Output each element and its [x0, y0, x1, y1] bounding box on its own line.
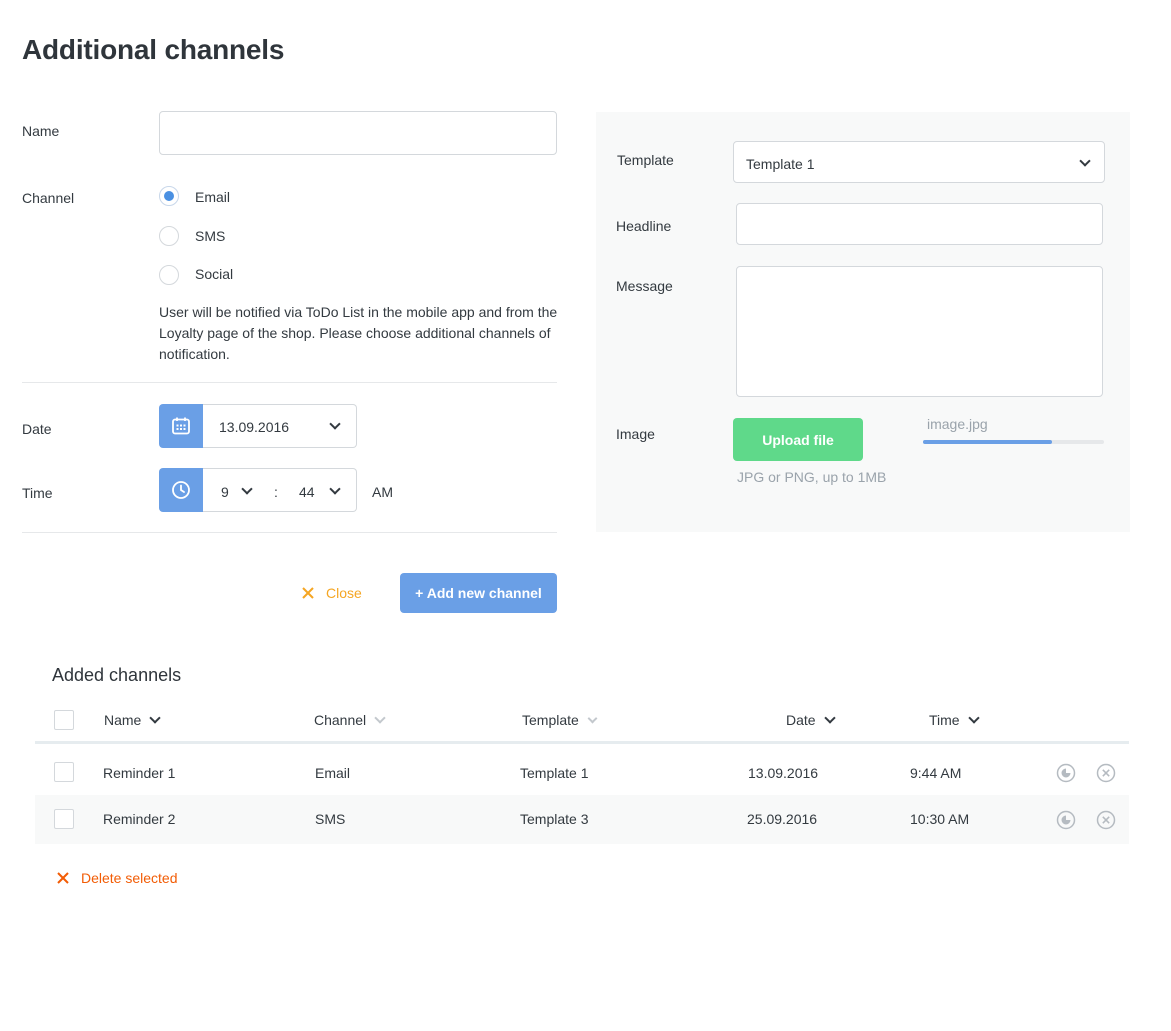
table-row: Reminder 1 Email Template 1 13.09.2016 9…	[35, 749, 1129, 795]
radio-email[interactable]	[159, 186, 179, 206]
remove-icon[interactable]	[1096, 763, 1116, 783]
divider	[22, 532, 557, 533]
delete-selected-button[interactable]: Delete selected	[57, 870, 178, 886]
cell-channel: Email	[315, 765, 351, 781]
radio-sms-label: SMS	[195, 228, 226, 244]
column-header-label: Date	[786, 712, 816, 728]
column-header-channel[interactable]: Channel	[314, 712, 386, 728]
name-label: Name	[22, 123, 60, 139]
table-header-divider	[35, 741, 1129, 744]
close-icon	[57, 872, 69, 884]
message-textarea[interactable]	[736, 266, 1103, 397]
column-header-name[interactable]: Name	[104, 712, 162, 728]
chevron-down-icon	[823, 712, 836, 724]
time-select[interactable]: 9 : 44	[203, 468, 357, 512]
chevron-down-icon	[149, 712, 162, 724]
date-select[interactable]: 13.09.2016	[203, 404, 357, 448]
upload-hint: JPG or PNG, up to 1MB	[737, 469, 887, 485]
radio-sms[interactable]	[159, 226, 179, 246]
template-label: Template	[617, 152, 674, 168]
time-minute[interactable]: 44	[299, 484, 315, 500]
image-label: Image	[616, 426, 655, 442]
upload-file-button[interactable]: Upload file	[733, 418, 863, 461]
cell-time: 9:44 AM	[910, 765, 962, 781]
column-header-label: Time	[929, 712, 960, 728]
calendar-button[interactable]	[159, 404, 203, 448]
chevron-down-icon	[587, 713, 598, 723]
headline-input[interactable]	[736, 203, 1103, 245]
message-label: Message	[616, 278, 673, 294]
chevron-down-icon	[241, 483, 253, 495]
upload-file-name: image.jpg	[927, 416, 988, 432]
delete-selected-label: Delete selected	[81, 870, 178, 886]
clock-icon	[172, 481, 190, 499]
cell-name: Reminder 1	[103, 765, 176, 781]
cell-channel: SMS	[315, 811, 346, 827]
time-label: Time	[22, 485, 53, 501]
chevron-down-icon	[1079, 155, 1091, 167]
cell-template: Template 3	[520, 811, 589, 827]
template-select[interactable]: Template 1	[733, 141, 1105, 183]
upload-progress-fill	[923, 440, 1052, 444]
headline-label: Headline	[616, 218, 672, 234]
row-checkbox[interactable]	[54, 762, 74, 782]
pause-icon[interactable]	[1056, 763, 1076, 783]
chevron-down-icon	[329, 418, 341, 430]
template-select-value: Template 1	[746, 156, 815, 172]
chevron-down-icon	[329, 483, 341, 495]
chevron-down-icon	[374, 712, 386, 724]
radio-social-label: Social	[195, 266, 234, 282]
add-new-channel-button[interactable]: + Add new channel	[400, 573, 557, 613]
upload-progress-bar	[923, 440, 1104, 444]
name-input[interactable]	[159, 111, 557, 155]
column-header-date[interactable]: Date	[786, 712, 836, 728]
page-title: Additional channels	[22, 34, 285, 65]
date-label: Date	[22, 421, 52, 437]
radio-email-label: Email	[195, 189, 231, 205]
select-all-checkbox[interactable]	[54, 710, 74, 730]
table-title: Added channels	[52, 665, 182, 685]
radio-social[interactable]	[159, 265, 179, 285]
time-separator: :	[274, 484, 278, 500]
calendar-icon	[172, 417, 190, 435]
column-header-time[interactable]: Time	[929, 712, 980, 728]
close-icon	[302, 587, 314, 599]
channel-label: Channel	[22, 190, 75, 206]
cell-date: 13.09.2016	[748, 765, 819, 781]
column-header-label: Name	[104, 712, 142, 728]
clock-button[interactable]	[159, 468, 203, 512]
channel-help-text: User will be notified via ToDo List in t…	[159, 304, 558, 362]
close-button[interactable]: Close	[302, 585, 362, 601]
cell-time: 10:30 AM	[910, 811, 970, 827]
table-row: Reminder 2 SMS Template 3 25.09.2016 10:…	[35, 795, 1129, 844]
column-header-label: Channel	[314, 712, 367, 728]
row-checkbox[interactable]	[54, 809, 74, 829]
divider	[22, 382, 557, 383]
time-ampm: AM	[372, 484, 393, 500]
time-hour[interactable]: 9	[221, 484, 229, 500]
cell-date: 25.09.2016	[747, 811, 818, 827]
column-header-template[interactable]: Template	[522, 712, 598, 728]
cell-name: Reminder 2	[103, 811, 176, 827]
pause-icon[interactable]	[1056, 810, 1076, 830]
column-header-label: Template	[522, 712, 579, 728]
date-value: 13.09.2016	[219, 419, 290, 435]
close-label: Close	[326, 585, 362, 601]
chevron-down-icon	[967, 712, 980, 724]
cell-template: Template 1	[520, 765, 589, 781]
remove-icon[interactable]	[1096, 810, 1116, 830]
